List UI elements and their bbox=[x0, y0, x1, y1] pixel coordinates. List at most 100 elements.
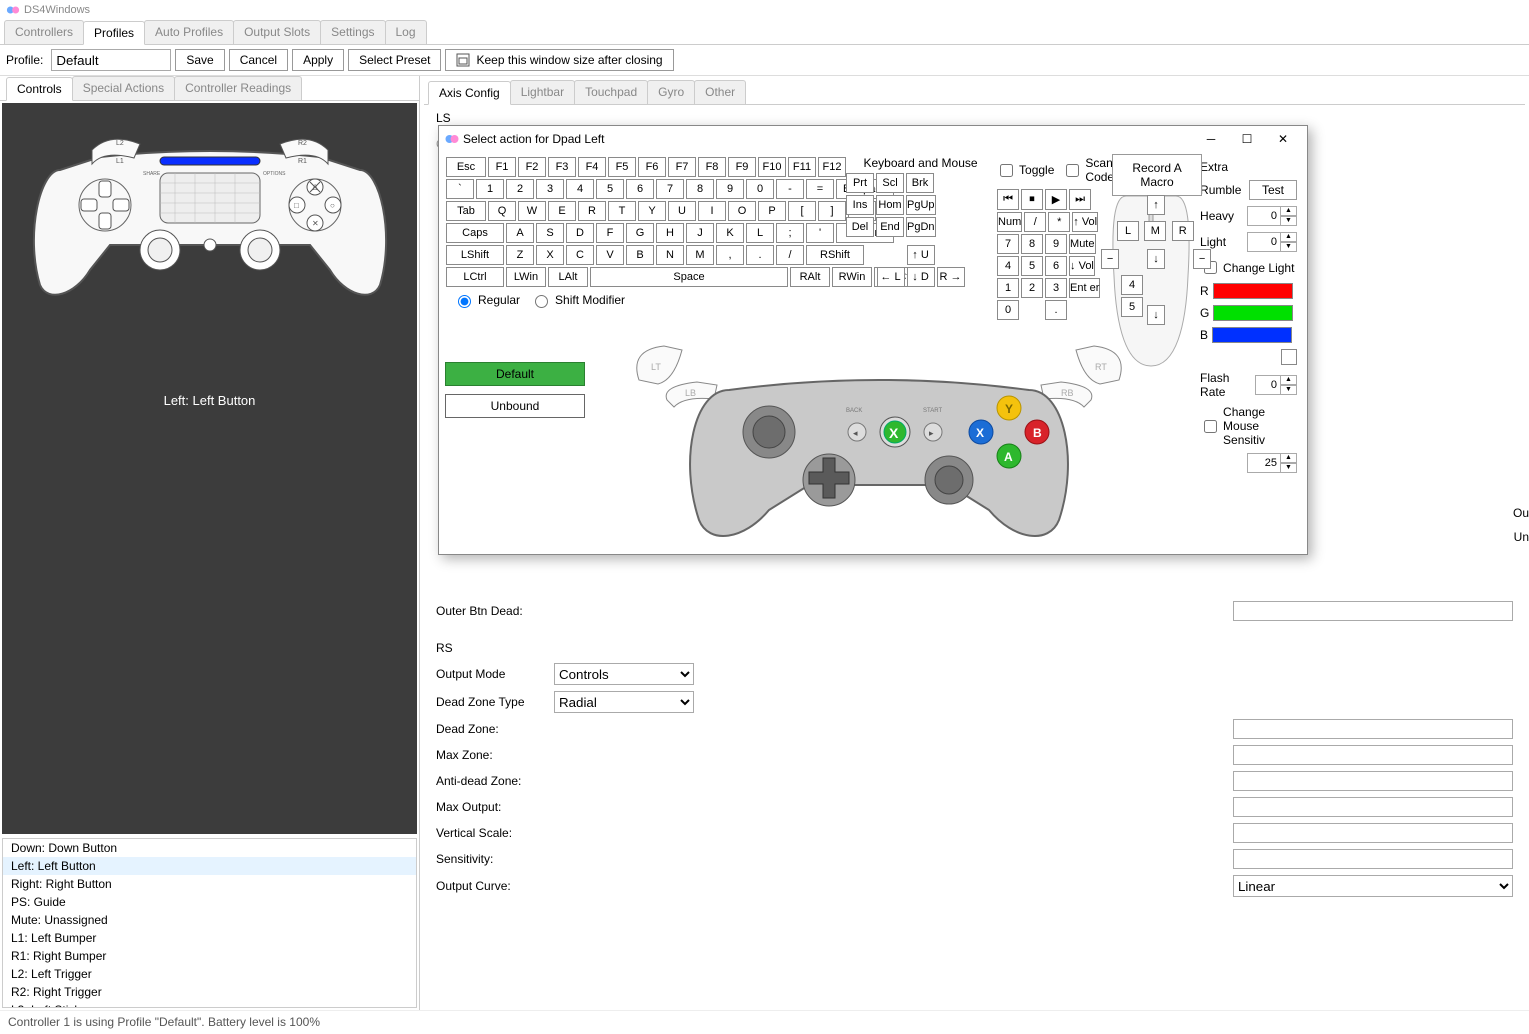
key-7[interactable]: 7 bbox=[656, 179, 684, 199]
media-key[interactable]: ⏮ bbox=[997, 189, 1019, 210]
key-f12[interactable]: F12 bbox=[818, 157, 846, 177]
toggle-checkbox[interactable]: Toggle bbox=[996, 156, 1054, 184]
rs-maxzone-input[interactable] bbox=[1233, 745, 1513, 765]
key-f3[interactable]: F3 bbox=[548, 157, 576, 177]
numpad-key[interactable]: 9 bbox=[1045, 234, 1067, 254]
binding-list-item[interactable]: L2: Left Trigger bbox=[3, 965, 416, 983]
key-f10[interactable]: F10 bbox=[758, 157, 786, 177]
main-tab-settings[interactable]: Settings bbox=[320, 20, 385, 44]
config-tab-gyro[interactable]: Gyro bbox=[647, 80, 695, 104]
controls-tab-controls[interactable]: Controls bbox=[6, 77, 73, 101]
numpad-key[interactable]: 1 bbox=[997, 278, 1019, 298]
key-k[interactable]: K bbox=[716, 223, 744, 243]
apply-button[interactable]: Apply bbox=[292, 49, 344, 71]
key-9[interactable]: 9 bbox=[716, 179, 744, 199]
mouse-left-button[interactable]: L bbox=[1117, 221, 1139, 241]
rs-maxoutput-input[interactable] bbox=[1233, 797, 1513, 817]
key-hom[interactable]: Hom bbox=[876, 195, 904, 215]
numpad-key[interactable]: 7 bbox=[997, 234, 1019, 254]
key-j[interactable]: J bbox=[686, 223, 714, 243]
media-key[interactable]: ⏭ bbox=[1069, 189, 1091, 210]
numpad-key[interactable]: 5 bbox=[1021, 256, 1043, 276]
color-swatch[interactable] bbox=[1281, 349, 1297, 365]
numpad-key[interactable]: 3 bbox=[1045, 278, 1067, 298]
key-a[interactable]: A bbox=[506, 223, 534, 243]
key-d[interactable]: D bbox=[566, 223, 594, 243]
key-5[interactable]: 5 bbox=[596, 179, 624, 199]
heavy-value-spinner[interactable]: ▲▼ bbox=[1247, 206, 1297, 226]
key-tab[interactable]: Tab bbox=[446, 201, 486, 221]
b-color-slider[interactable] bbox=[1212, 327, 1292, 343]
key-p[interactable]: P bbox=[758, 201, 786, 221]
key-1[interactable]: 1 bbox=[476, 179, 504, 199]
key--[interactable]: ' bbox=[806, 223, 834, 243]
rs-sensitivity-input[interactable] bbox=[1233, 849, 1513, 869]
key-n[interactable]: N bbox=[656, 245, 684, 265]
key-i[interactable]: I bbox=[698, 201, 726, 221]
numpad-key[interactable]: * bbox=[1048, 212, 1070, 232]
mouse-move-down[interactable]: ↓ bbox=[1147, 305, 1165, 325]
numpad-key[interactable]: 2 bbox=[1021, 278, 1043, 298]
numpad-key[interactable]: . bbox=[1045, 300, 1067, 320]
key-del[interactable]: Del bbox=[846, 217, 874, 237]
key-prt[interactable]: Prt bbox=[846, 173, 874, 193]
key-b[interactable]: B bbox=[626, 245, 654, 265]
key-e[interactable]: E bbox=[548, 201, 576, 221]
key-f6[interactable]: F6 bbox=[638, 157, 666, 177]
key-lwin[interactable]: LWin bbox=[506, 267, 546, 287]
key-lalt[interactable]: LAlt bbox=[548, 267, 588, 287]
binding-list-item[interactable]: Down: Down Button bbox=[3, 839, 416, 857]
key-x[interactable]: X bbox=[536, 245, 564, 265]
arrow-up-key[interactable]: ↑ U bbox=[907, 245, 935, 265]
rs-vertscale-input[interactable] bbox=[1233, 823, 1513, 843]
key-8[interactable]: 8 bbox=[686, 179, 714, 199]
key-scl[interactable]: Scl bbox=[876, 173, 904, 193]
change-light-checkbox[interactable]: Change Light bbox=[1200, 258, 1297, 277]
key-4[interactable]: 4 bbox=[566, 179, 594, 199]
key--[interactable]: [ bbox=[788, 201, 816, 221]
key-f5[interactable]: F5 bbox=[608, 157, 636, 177]
shift-modifier-radio[interactable]: Shift Modifier bbox=[530, 292, 625, 308]
flash-rate-spinner[interactable]: ▲▼ bbox=[1255, 375, 1297, 395]
key-f8[interactable]: F8 bbox=[698, 157, 726, 177]
numpad-key[interactable]: 6 bbox=[1045, 256, 1067, 276]
binding-list-item[interactable]: Left: Left Button bbox=[3, 857, 416, 875]
key-f[interactable]: F bbox=[596, 223, 624, 243]
key-2[interactable]: 2 bbox=[506, 179, 534, 199]
key-esc[interactable]: Esc bbox=[446, 157, 486, 177]
binding-list-item[interactable]: Right: Right Button bbox=[3, 875, 416, 893]
main-tab-output-slots[interactable]: Output Slots bbox=[233, 20, 321, 44]
key-s[interactable]: S bbox=[536, 223, 564, 243]
cancel-button[interactable]: Cancel bbox=[229, 49, 288, 71]
r-color-slider[interactable] bbox=[1213, 283, 1293, 299]
test-rumble-button[interactable]: Test bbox=[1249, 180, 1297, 200]
arrow-left-key[interactable]: ← L bbox=[877, 267, 905, 287]
g-color-slider[interactable] bbox=[1213, 305, 1293, 321]
mouse-4-button[interactable]: 4 bbox=[1121, 275, 1143, 295]
controls-tab-special-actions[interactable]: Special Actions bbox=[72, 76, 175, 100]
key-ins[interactable]: Ins bbox=[846, 195, 874, 215]
key-brk[interactable]: Brk bbox=[906, 173, 934, 193]
numpad-key[interactable]: Mute bbox=[1069, 234, 1095, 254]
mouse-5-button[interactable]: 5 bbox=[1121, 297, 1143, 317]
key-f9[interactable]: F9 bbox=[728, 157, 756, 177]
key-lshift[interactable]: LShift bbox=[446, 245, 504, 265]
key-f1[interactable]: F1 bbox=[488, 157, 516, 177]
key-lctrl[interactable]: LCtrl bbox=[446, 267, 504, 287]
mouse-tilt-right[interactable]: − bbox=[1193, 249, 1211, 269]
numpad-key[interactable]: / bbox=[1024, 212, 1046, 232]
key--[interactable]: = bbox=[806, 179, 834, 199]
close-button[interactable]: ✕ bbox=[1265, 127, 1301, 151]
config-tab-lightbar[interactable]: Lightbar bbox=[510, 80, 575, 104]
key-f2[interactable]: F2 bbox=[518, 157, 546, 177]
mouse-wheel-up[interactable]: ↑ bbox=[1147, 195, 1165, 215]
outer-btn-dead-input[interactable] bbox=[1233, 601, 1513, 621]
main-tab-profiles[interactable]: Profiles bbox=[83, 21, 145, 45]
numpad-key[interactable]: 4 bbox=[997, 256, 1019, 276]
media-key[interactable]: ▶ bbox=[1045, 189, 1067, 210]
regular-radio[interactable]: Regular bbox=[453, 292, 520, 308]
key-o[interactable]: O bbox=[728, 201, 756, 221]
mouse-sens-spinner[interactable]: ▲▼ bbox=[1247, 453, 1297, 473]
select-preset-button[interactable]: Select Preset bbox=[348, 49, 441, 71]
rs-outputcurve-select[interactable]: Linear bbox=[1233, 875, 1513, 897]
